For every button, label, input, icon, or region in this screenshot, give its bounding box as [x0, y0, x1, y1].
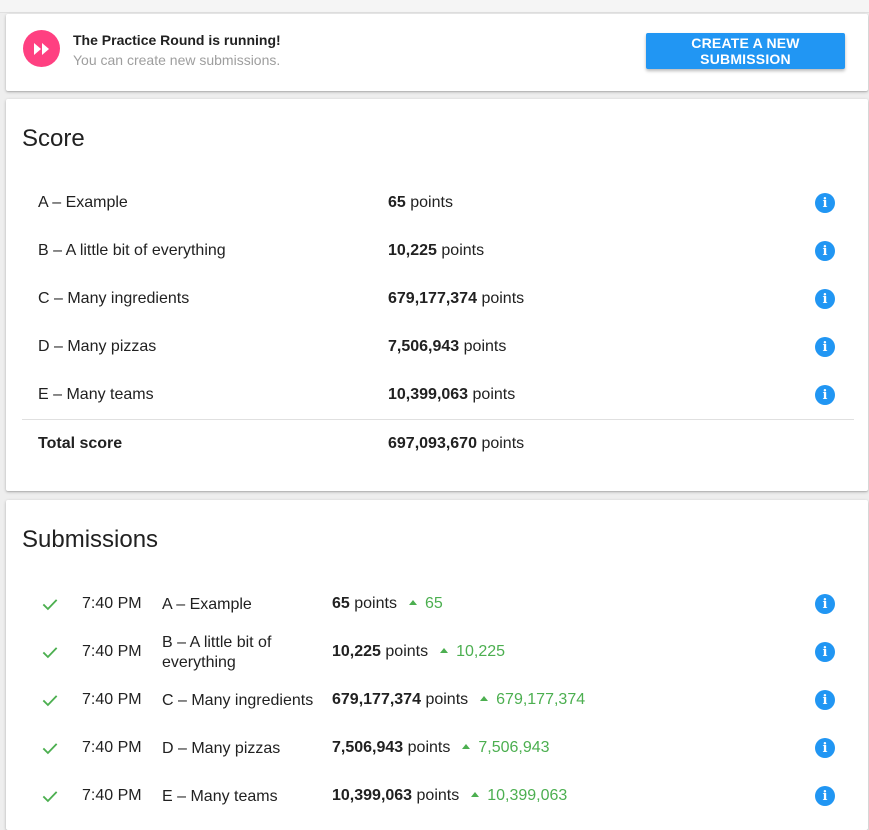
submission-task: B – A little bit of everything	[162, 634, 272, 671]
check-icon	[42, 743, 58, 755]
score-task-name: A – Example	[38, 194, 128, 211]
total-score-row: Total score 697,093,670 points	[6, 420, 868, 468]
submissions-card: Submissions 7:40 PM A – Example 65 point…	[6, 500, 868, 830]
submission-task: A – Example	[162, 596, 252, 613]
check-icon	[42, 599, 58, 611]
round-status-subtitle: You can create new submissions.	[73, 52, 281, 68]
submission-points: 10,399,063 points 10,399,063	[332, 787, 568, 804]
submission-time: 7:40 PM	[82, 643, 142, 660]
score-points: 10,225 points	[388, 242, 485, 259]
score-task-name: E – Many teams	[38, 386, 154, 403]
submission-time: 7:40 PM	[82, 787, 142, 804]
arrow-up-icon	[408, 599, 417, 605]
info-icon[interactable]: i	[815, 642, 835, 662]
info-icon[interactable]: i	[815, 786, 835, 806]
score-task-name: B – A little bit of everything	[38, 242, 226, 259]
submission-time: 7:40 PM	[82, 595, 142, 612]
top-bar	[0, 0, 869, 13]
submission-row: 7:40 PM D – Many pizzas 7,506,943 points…	[6, 724, 868, 772]
submission-time: 7:40 PM	[82, 739, 142, 756]
score-row: E – Many teams 10,399,063 points i	[6, 371, 868, 419]
submission-points: 7,506,943 points 7,506,943	[332, 739, 550, 756]
score-delta: 7,506,943	[458, 739, 550, 756]
score-delta: 679,177,374	[476, 691, 585, 708]
total-score-label: Total score	[38, 435, 123, 452]
arrow-up-icon	[462, 743, 471, 749]
submission-row: 7:40 PM B – A little bit of everything 1…	[6, 628, 868, 676]
arrow-up-icon	[471, 791, 480, 797]
score-delta: 10,225	[436, 643, 505, 660]
check-icon	[42, 647, 58, 659]
round-status-card: The Practice Round is running! You can c…	[6, 14, 868, 91]
score-row: D – Many pizzas 7,506,943 points i	[6, 323, 868, 371]
submission-points: 679,177,374 points 679,177,374	[332, 691, 586, 708]
score-points: 65 points	[388, 194, 453, 211]
score-delta: 65	[405, 595, 443, 612]
score-task-name: D – Many pizzas	[38, 338, 157, 355]
submission-row: 7:40 PM A – Example 65 points 65 i	[6, 580, 868, 628]
score-row: A – Example 65 points i	[6, 179, 868, 227]
score-points: 10,399,063 points	[388, 386, 516, 403]
info-icon[interactable]: i	[815, 337, 835, 357]
score-points: 7,506,943 points	[388, 338, 507, 355]
info-icon[interactable]: i	[815, 690, 835, 710]
check-icon	[42, 695, 58, 707]
submission-task: C – Many ingredients	[162, 692, 314, 709]
round-status-title: The Practice Round is running!	[73, 32, 281, 48]
info-icon[interactable]: i	[815, 738, 835, 758]
arrow-up-icon	[440, 647, 449, 653]
info-icon[interactable]: i	[815, 193, 835, 213]
submissions-title: Submissions	[22, 526, 159, 553]
info-icon[interactable]: i	[815, 385, 835, 405]
score-title: Score	[22, 125, 85, 152]
total-score-points: 697,093,670 points	[388, 435, 525, 452]
submission-points: 10,225 points 10,225	[332, 643, 506, 660]
score-delta: 10,399,063	[467, 787, 567, 804]
submission-task: D – Many pizzas	[162, 740, 281, 757]
arrow-up-icon	[480, 695, 489, 701]
info-icon[interactable]: i	[815, 241, 835, 261]
info-icon[interactable]: i	[815, 289, 835, 309]
submission-task: E – Many teams	[162, 788, 278, 805]
score-row: C – Many ingredients 679,177,374 points …	[6, 275, 868, 323]
check-icon	[42, 791, 58, 803]
submission-row: 7:40 PM C – Many ingredients 679,177,374…	[6, 676, 868, 724]
submission-points: 65 points 65	[332, 595, 443, 612]
score-points: 679,177,374 points	[388, 290, 525, 307]
info-icon[interactable]: i	[815, 594, 835, 614]
create-submission-button[interactable]: CREATE A NEW SUBMISSION	[646, 33, 845, 69]
submission-row: 7:40 PM E – Many teams 10,399,063 points…	[6, 772, 868, 820]
score-card: Score A – Example 65 points i B – A litt…	[6, 99, 868, 491]
submission-time: 7:40 PM	[82, 691, 142, 708]
score-task-name: C – Many ingredients	[38, 290, 190, 307]
score-row: B – A little bit of everything 10,225 po…	[6, 227, 868, 275]
fast-forward-icon	[23, 30, 60, 67]
